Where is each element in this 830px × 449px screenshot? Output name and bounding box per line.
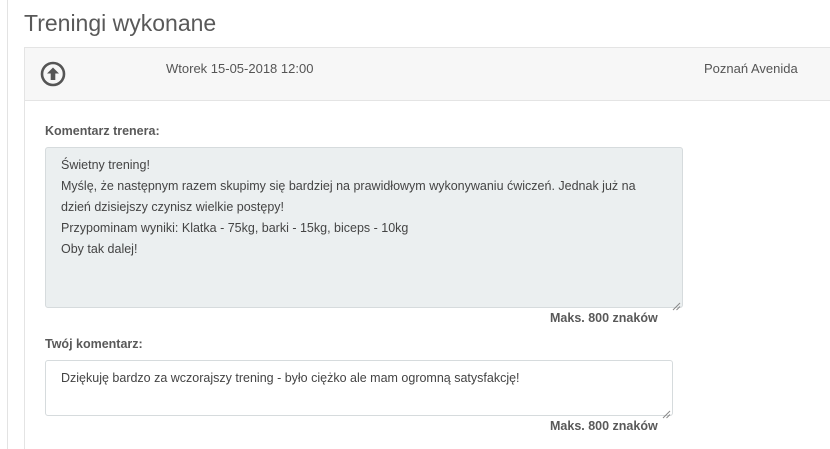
resize-grip-icon[interactable] bbox=[662, 405, 671, 419]
left-divider bbox=[7, 0, 8, 449]
trainer-comment-line: Myślę, że następnym razem skupimy się ba… bbox=[61, 179, 636, 193]
user-comment-max-note: Maks. 800 znaków bbox=[550, 419, 658, 433]
user-comment-text[interactable]: Dziękuję bardzo za wczorajszy trening - … bbox=[61, 368, 657, 389]
page-title: Treningi wykonane bbox=[24, 10, 217, 36]
user-comment-label: Twój komentarz: bbox=[45, 337, 143, 351]
user-comment-textarea[interactable]: Dziękuję bardzo za wczorajszy trening - … bbox=[45, 360, 673, 419]
session-date: Wtorek 15-05-2018 12:00 bbox=[166, 61, 314, 76]
trainer-comment-max-note: Maks. 800 znaków bbox=[550, 311, 658, 325]
trainer-comment-line: Oby tak dalej! bbox=[61, 242, 138, 256]
resize-grip-icon[interactable] bbox=[672, 297, 681, 311]
training-panel: Wtorek 15-05-2018 12:00 Poznań Avenida K… bbox=[24, 47, 830, 449]
trainer-comment-line: Świetny trening! bbox=[61, 158, 150, 172]
trainer-comment-line: Przypominam wyniki: Klatka - 75kg, barki… bbox=[61, 221, 409, 235]
trainer-comment-line: dzień dzisiejszy czynisz wielkie postępy… bbox=[61, 200, 285, 214]
session-location: Poznań Avenida bbox=[704, 61, 798, 76]
arrow-up-circle-icon[interactable] bbox=[40, 61, 66, 87]
training-panel-header[interactable]: Wtorek 15-05-2018 12:00 Poznań Avenida bbox=[25, 48, 830, 101]
trainer-comment-box: Świetny trening! Myślę, że następnym raz… bbox=[45, 147, 683, 311]
page: Treningi wykonane Wtorek 15-05-2018 12:0… bbox=[0, 0, 830, 449]
trainer-comment-label: Komentarz trenera: bbox=[45, 124, 160, 138]
